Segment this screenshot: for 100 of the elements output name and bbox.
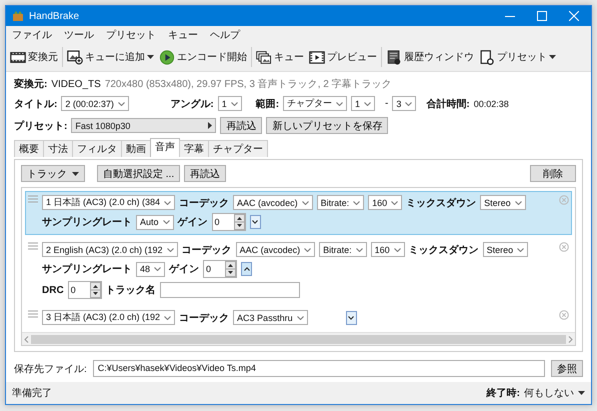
toolbar-button[interactable]: プレビュー [308,48,378,66]
range-start-dropdown[interactable]: 1 [351,96,376,111]
bitrate-dropdown[interactable]: Bitrate: [319,242,367,257]
scrollbar[interactable] [22,332,575,345]
drag-handle-icon[interactable] [28,310,38,318]
drag-handle-icon[interactable] [28,242,38,250]
menu-item[interactable]: ツール [64,28,94,42]
tab[interactable]: 寸法 [43,140,73,157]
codec-dropdown[interactable]: AAC (avcodec) [236,242,316,257]
caret-icon [405,102,412,106]
caret-icon [72,172,79,176]
track-menu-button[interactable]: トラック [21,165,85,182]
remove-all-button[interactable]: 削除 [530,165,576,182]
tab[interactable]: 概要 [14,140,44,157]
audio-track[interactable]: 2 English (AC3) (2.0 ch) (192 コーデック AAC (avcodec) Bitrate: 160 ミックスダウン Stereo サンプリングレート 48 ゲイン 0 DRC 0 トラック名 [25,238,572,303]
reload-button[interactable]: 再読込 [220,117,262,134]
title-dropdown[interactable]: 2 (00:02:37) [61,96,129,111]
audio-track[interactable]: 1 日本語 (AC3) (2.0 ch) (384 コーデック AAC (avcodec) Bitrate: 160 ミックスダウン Stereo サンプリングレート Auto ゲイン 0 [25,191,572,235]
auto-select-button[interactable]: 自動選択設定 ... [97,165,180,182]
save-preset-button[interactable]: 新しいプリセットを保存 [266,117,388,134]
toolbar-button[interactable]: 変換元 [9,48,59,66]
window-title: HandBrake [29,10,80,22]
source-name: VIDEO_TS [51,78,101,90]
tab[interactable]: 動画 [121,140,151,157]
menu-item[interactable]: ヘルプ [210,28,240,42]
samplerate-dropdown[interactable]: 48 [136,262,166,276]
mixdown-dropdown[interactable]: Stereo [480,195,526,210]
caret-icon [230,102,238,106]
destination-field[interactable]: C:¥Users¥hasek¥Videos¥Video Ts.mp4 [92,360,545,377]
caret-icon [304,248,312,252]
duration-label: 合計時間: [426,98,470,110]
pictures-icon [256,50,272,64]
toolbar-button[interactable]: プリセット [478,48,557,66]
toolbar-button[interactable]: キュー [255,48,305,66]
audio-track[interactable]: 3 日本語 (AC3) (2.0 ch) (192 コーデック AC3 Passthru [25,306,572,329]
bitrate-dropdown[interactable]: Bitrate: [316,195,364,210]
samplerate-label: サンプリングレート [42,215,132,229]
caret-icon [356,248,363,252]
remove-icon[interactable] [559,195,569,205]
drag-handle-icon[interactable] [28,195,38,203]
toolbar-button[interactable]: キューに追加 [66,48,155,66]
toolbar-button[interactable]: 履歴ウィンドウ [385,48,475,66]
preset-selector[interactable]: Fast 1080p30 [71,118,216,133]
codec-dropdown[interactable]: AAC (avcodec) [233,195,313,210]
caret-icon [302,200,309,204]
browse-button[interactable]: 参照 [551,360,583,377]
caret-icon [118,102,125,106]
status-text: 準備完了 [12,386,52,400]
samplerate-dropdown[interactable]: Auto [136,214,174,230]
source-label: 変換元: [14,77,48,91]
rate-value-dropdown[interactable]: 160 [368,195,402,210]
caret-icon [391,200,398,204]
spin-arrows-icon [234,214,245,230]
reload-tracks-button[interactable]: 再読込 [184,165,226,182]
remove-icon[interactable] [559,310,569,320]
maximize-icon[interactable] [537,11,547,21]
track-dropdown[interactable]: 1 日本語 (AC3) (2.0 ch) (384 [42,195,176,210]
menu-item[interactable]: キュー [168,28,198,42]
tab[interactable]: チャプター [208,140,268,157]
caret-icon [517,248,524,252]
source-info: 720x480 (853x480), 29.97 FPS, 3 音声トラック, 2 字幕トラック [104,78,392,91]
codec-label: コーデック [182,244,232,256]
remove-icon[interactable] [559,242,569,252]
caret-icon [336,102,344,106]
codec-label: コーデック [179,196,230,210]
drc-label: DRC [42,284,64,296]
menu-item[interactable]: ファイル [12,28,52,42]
gain-field[interactable]: 0 [212,213,246,231]
drc-field[interactable]: 0 [68,281,102,299]
scroll-left-icon[interactable] [24,336,29,342]
scroll-right-icon[interactable] [568,336,573,342]
when-done-dropdown[interactable]: 何もしない [524,386,585,400]
track-dropdown[interactable]: 2 English (AC3) (2.0 ch) (192 [42,242,178,257]
picture-add-icon [67,50,83,64]
angle-dropdown[interactable]: 1 [218,96,242,111]
close-icon[interactable] [569,11,579,21]
expand-toggle[interactable] [250,215,261,229]
track-dropdown[interactable]: 3 日本語 (AC3) (2.0 ch) (192 [42,310,176,325]
toolbar-button[interactable]: エンコード開始 [158,48,248,66]
range-type-dropdown[interactable]: チャプター [283,96,348,111]
film-icon [10,50,26,64]
destination-label: 保存先ファイル: [14,362,87,376]
expand-toggle[interactable] [241,262,252,276]
track-name-field[interactable] [160,282,300,298]
menu-item[interactable]: プリセット [106,28,156,42]
gain-field[interactable]: 0 [203,260,238,278]
tab[interactable]: 音声 [150,138,180,157]
chevron-up-icon [244,267,250,271]
rate-value-dropdown[interactable]: 160 [370,242,405,257]
range-label: 範囲: [256,98,280,110]
caret-icon [364,102,372,106]
tab[interactable]: フィルタ [72,140,122,157]
codec-dropdown[interactable]: AC3 Passthru [233,310,308,325]
mixdown-dropdown[interactable]: Stereo [482,242,528,257]
expand-toggle[interactable] [346,310,357,324]
tab[interactable]: 字幕 [179,140,209,157]
caret-icon [162,220,170,224]
when-done-label: 終了時: [486,386,520,400]
log-icon [386,50,402,64]
range-end-dropdown[interactable]: 3 [392,96,416,111]
